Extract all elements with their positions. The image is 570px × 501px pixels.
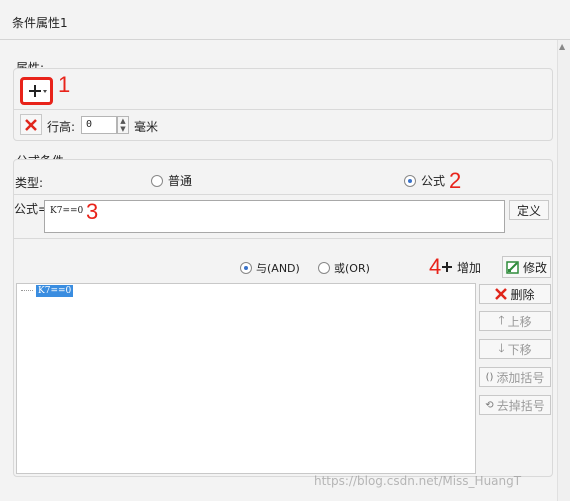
brackets-icon: () — [485, 371, 494, 383]
move-up-button[interactable]: 🡑 上移 — [479, 311, 551, 331]
tab-bar — [0, 0, 570, 40]
plus-icon — [442, 262, 452, 272]
annotation-2: 2 — [449, 168, 462, 193]
formula-label: 公式= — [14, 202, 49, 216]
remove-property-button[interactable] — [20, 114, 42, 135]
formula-input-text: K7==0 — [50, 206, 84, 216]
add-property-button[interactable] — [25, 80, 51, 102]
remove-bracket-button[interactable]: ⟲ 去掉括号 — [479, 395, 551, 415]
annotation-1: 1 — [58, 72, 71, 97]
divider — [14, 238, 552, 239]
radio-formula-circle[interactable] — [404, 174, 416, 187]
move-down-label: 下移 — [507, 342, 532, 357]
radio-or[interactable]: 或(OR) — [318, 260, 370, 276]
radio-normal-label: 普通 — [168, 174, 193, 188]
modify-condition-button[interactable]: 修改 — [502, 256, 551, 278]
scroll-up-arrow-icon[interactable]: ▲ — [559, 42, 565, 51]
list-item[interactable]: K7==0 — [36, 285, 74, 297]
add-condition-button[interactable]: 增加 — [441, 257, 489, 277]
condition-list[interactable]: K7==0 — [16, 283, 476, 474]
move-down-button[interactable]: 🡓 下移 — [479, 339, 551, 359]
add-bracket-label: 添加括号 — [496, 370, 545, 385]
close-icon — [25, 118, 37, 131]
remove-brackets-icon: ⟲ — [485, 399, 494, 411]
radio-and-label: 与(AND) — [256, 262, 300, 275]
plus-dropdown-icon — [29, 85, 47, 97]
row-height-unit: 毫米 — [134, 120, 159, 134]
stepper-up-icon[interactable]: ▲ — [118, 117, 128, 125]
tab-title[interactable]: 条件属性1 — [12, 14, 68, 31]
annotation-3: 3 — [86, 199, 99, 224]
delete-label: 删除 — [510, 287, 535, 302]
tree-connector — [21, 290, 33, 291]
remove-bracket-label: 去掉括号 — [496, 398, 545, 413]
radio-and-circle[interactable] — [240, 262, 252, 274]
add-bracket-button[interactable]: () 添加括号 — [479, 367, 551, 387]
move-up-label: 上移 — [507, 314, 532, 329]
edit-icon — [506, 261, 519, 274]
row-height-stepper[interactable]: ▲ ▼ — [117, 116, 129, 134]
delete-icon — [495, 288, 508, 300]
row-height-input[interactable]: 0 — [81, 116, 117, 134]
radio-normal-circle[interactable] — [151, 174, 163, 187]
divider — [14, 194, 552, 195]
radio-and[interactable]: 与(AND) — [240, 260, 300, 276]
radio-or-circle[interactable] — [318, 262, 330, 274]
radio-formula-label: 公式 — [421, 174, 446, 188]
add-condition-label: 增加 — [457, 260, 482, 275]
arrow-down-icon: 🡓 — [498, 340, 505, 355]
radio-formula[interactable]: 公式 — [404, 172, 445, 189]
row-height-label: 行高: — [47, 120, 76, 134]
arrow-up-icon: 🡑 — [498, 312, 505, 327]
radio-normal[interactable]: 普通 — [151, 172, 192, 189]
type-label: 类型: — [15, 176, 44, 190]
vertical-scrollbar[interactable] — [557, 40, 570, 501]
annotation-4: 4 — [429, 254, 442, 279]
modify-condition-label: 修改 — [522, 260, 547, 275]
define-button[interactable]: 定义 — [509, 200, 549, 220]
stepper-down-icon[interactable]: ▼ — [118, 125, 128, 133]
delete-button[interactable]: 删除 — [479, 284, 551, 304]
formula-input[interactable]: K7==0 — [44, 200, 505, 233]
watermark: https://blog.csdn.net/Miss_HuangT — [314, 474, 522, 488]
radio-or-label: 或(OR) — [334, 262, 370, 275]
